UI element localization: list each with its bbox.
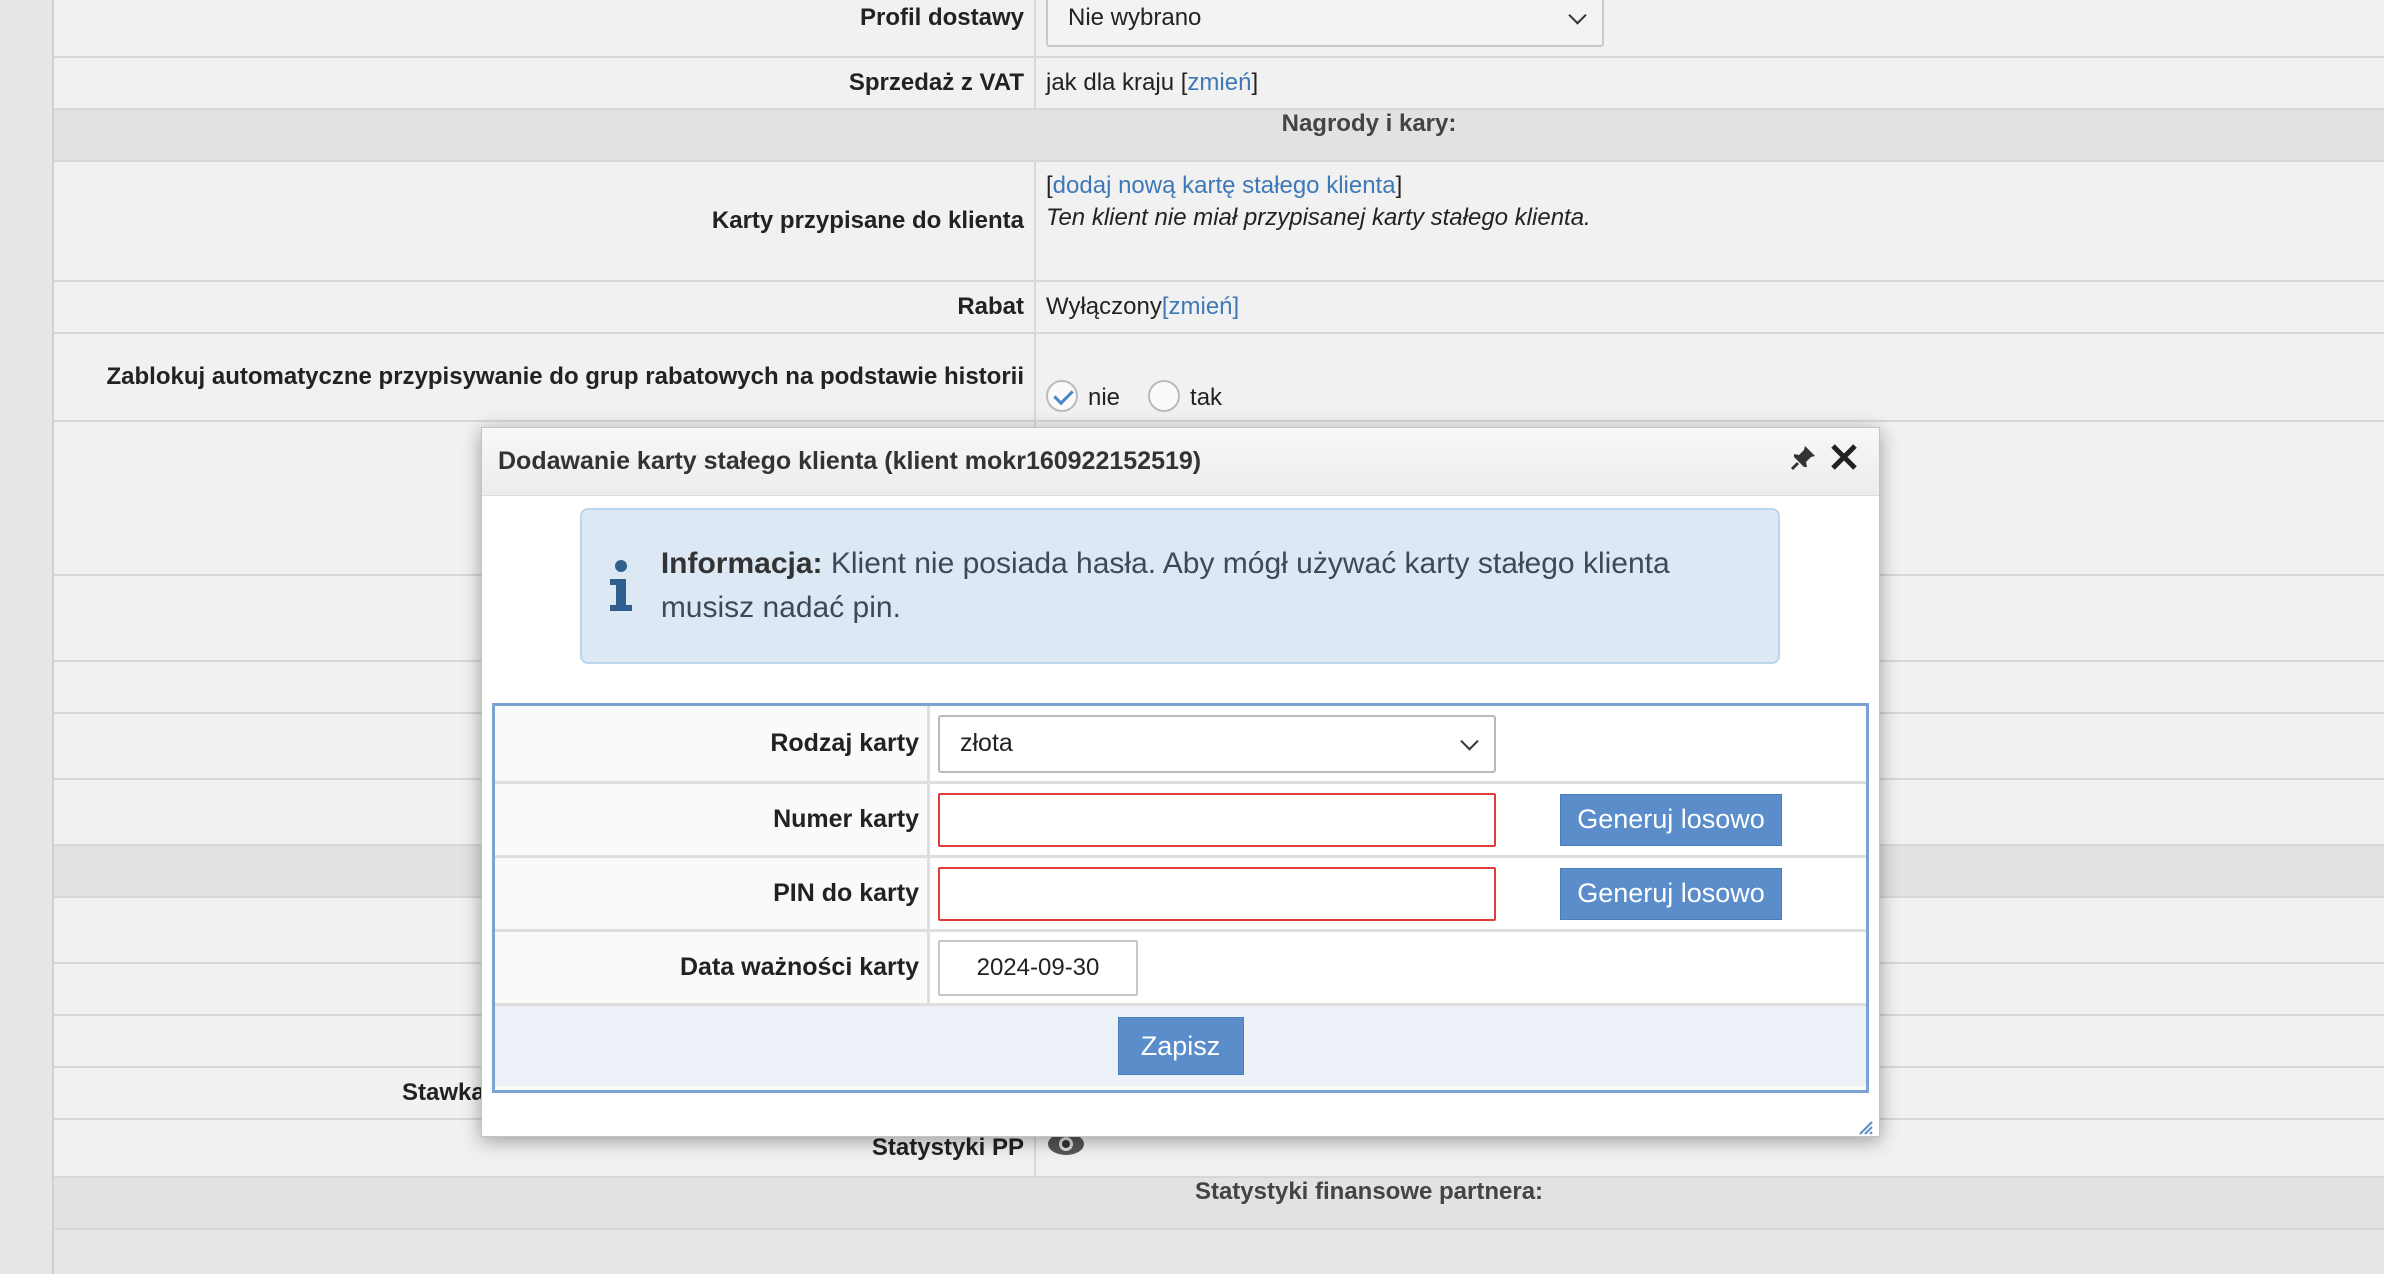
chevron-down-icon [1568, 6, 1587, 25]
no-card-note: Ten klient nie miał przypisanej karty st… [1046, 204, 1591, 231]
info-prefix: Informacja: [660, 547, 823, 580]
info-alert: Informacja: Klient nie posiada hasła. Ab… [580, 508, 1780, 664]
row-value: [dodaj nową kartę stałego klienta] Ten kl… [1036, 162, 2384, 280]
close-icon[interactable] [1829, 442, 1859, 472]
radio-no[interactable] [1046, 380, 1078, 412]
info-icon [582, 559, 661, 613]
delivery-profile-select[interactable]: Nie wybrano [1046, 0, 1604, 47]
add-loyalty-card-dialog: Dodawanie karty stałego klienta (klient … [481, 427, 1880, 1137]
expiry-label: Data ważności karty [495, 932, 930, 1003]
generate-pin-button[interactable]: Generuj losowo [1560, 867, 1782, 920]
pin-label: PIN do karty [495, 858, 930, 929]
expiry-date-input[interactable]: 2024-09-30 [938, 939, 1138, 996]
delivery-profile-value: Nie wybrano [1068, 4, 1202, 31]
info-message: Informacja: Klient nie posiada hasła. Ab… [661, 542, 1778, 630]
row-label: Profil dostawy [54, 0, 1036, 56]
detail-row: Sprzedaż z VAT jak dla kraju [zmień] [54, 58, 2384, 110]
card-number-input[interactable] [938, 792, 1496, 847]
section-header: Nagrody i kary: [54, 110, 2384, 162]
radio-yes-label: tak [1190, 384, 1223, 411]
change-link[interactable]: [zmień] [1162, 293, 1239, 321]
row-label: Zablokuj automatyczne przypisywanie do g… [54, 334, 1036, 420]
resize-grip-icon[interactable] [1857, 1114, 1873, 1135]
row-value: jak dla kraju [zmień] [1036, 58, 2384, 108]
card-number-label: Numer karty [495, 784, 930, 855]
card-type-select[interactable]: złota [938, 714, 1496, 773]
add-card-link[interactable]: dodaj nową kartę stałego klienta [1053, 172, 1396, 199]
dialog-titlebar[interactable]: Dodawanie karty stałego klienta (klient … [482, 428, 1879, 496]
row-label: Karty przypisane do klienta [54, 162, 1036, 280]
left-margin [0, 0, 54, 1274]
detail-row: Rabat Wyłączony [zmień] [54, 282, 2384, 334]
card-type-row: Rodzaj karty złota [495, 706, 1866, 784]
row-value: Nie wybrano [1036, 0, 2384, 56]
chevron-down-icon [1460, 731, 1479, 751]
bracket-open: [ [1046, 172, 1053, 199]
detail-row: Profil dostawy Nie wybrano [54, 0, 2384, 58]
expiry-row: Data ważności karty 2024-09-30 [495, 932, 1866, 1006]
pin-row: PIN do karty Generuj losowo [495, 858, 1866, 932]
card-form: Rodzaj karty złota Numer karty Generuj l… [492, 703, 1869, 1093]
save-button[interactable]: Zapisz [1117, 1017, 1244, 1075]
value-text: Wyłączony [1046, 293, 1162, 320]
radio-no-label: nie [1088, 384, 1121, 411]
page: Profil dostawy Nie wybrano Sprzedaż z VAT j… [0, 0, 2384, 1274]
row-label: Sprzedaż z VAT [54, 58, 1036, 108]
row-value: Wyłączony [zmień] [1036, 282, 2384, 332]
pin-input[interactable] [938, 866, 1496, 921]
row-label: Rabat [54, 282, 1036, 332]
pin-icon[interactable] [1789, 442, 1819, 472]
change-link[interactable]: zmień [1187, 69, 1251, 97]
detail-row: Karty przypisane do klienta [dodaj nową k… [54, 162, 2384, 282]
submit-row: Zapisz [495, 1006, 1866, 1086]
card-type-label: Rodzaj karty [495, 706, 930, 781]
row-value: nie tak [1036, 334, 2384, 420]
card-number-row: Numer karty Generuj losowo [495, 784, 1866, 858]
section-title: Statystyki finansowe partnera: [1194, 1178, 1544, 1205]
bracket-close: ] [1395, 172, 1403, 199]
detail-row: Zablokuj automatyczne przypisywanie do g… [54, 334, 2384, 422]
dialog-title: Dodawanie karty stałego klienta (klient … [498, 447, 1202, 475]
card-type-selected: złota [960, 729, 1013, 757]
radio-yes[interactable] [1148, 380, 1181, 412]
value-text: jak dla kraju [ [1046, 69, 1188, 96]
section-header: Statystyki finansowe partnera: [54, 1178, 2384, 1230]
generate-card-number-button[interactable]: Generuj losowo [1560, 793, 1782, 846]
section-title: Nagrody i kary: [1281, 110, 1457, 137]
value-suffix: ] [1251, 69, 1259, 96]
